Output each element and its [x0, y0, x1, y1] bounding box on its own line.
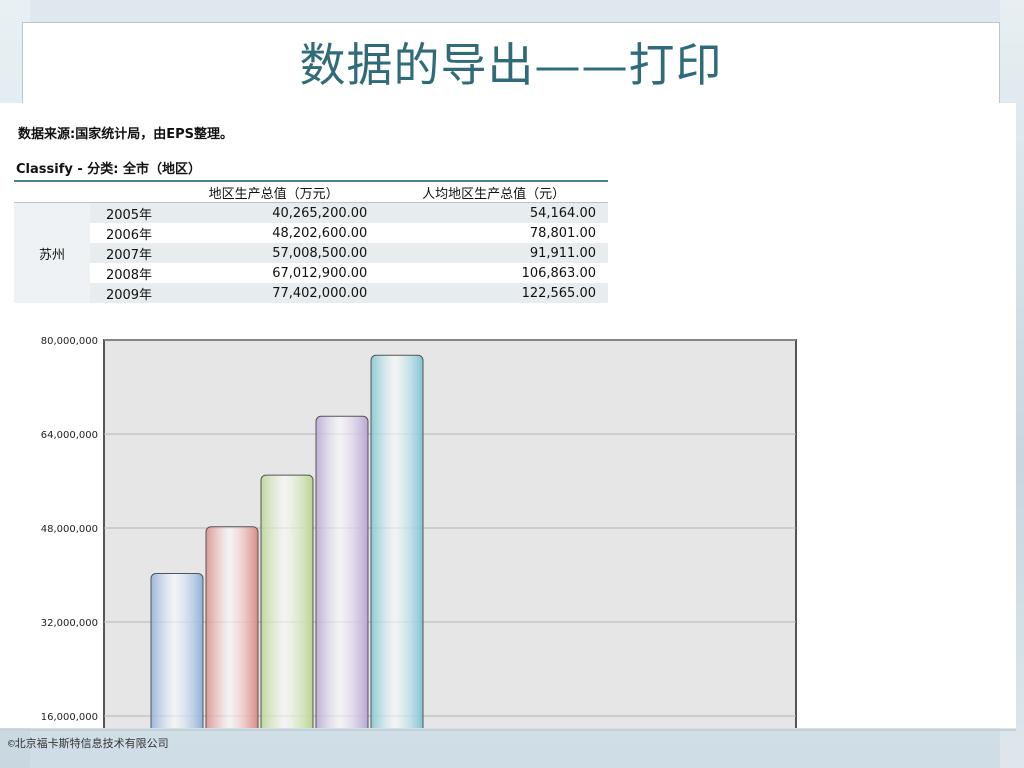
year-cell: 2005年 [90, 202, 168, 223]
gdp-cell: 40,265,200.00 [168, 202, 380, 223]
table-row: 2006年 48,202,600.00 78,801.00 [14, 223, 608, 243]
y-tick-label: 64,000,000 [41, 430, 98, 441]
gdp-bar-chart: 80,000,000 64,000,000 48,000,000 32,000,000… [41, 336, 797, 728]
data-source-note: 数据来源:国家统计局，由EPS整理。 [18, 127, 233, 142]
gdp-cell: 48,202,600.00 [168, 223, 380, 243]
per-capita-cell: 122,565.00 [379, 283, 608, 303]
footer-copyright: ©北京福卡斯特信息技术有限公司 [8, 737, 169, 750]
gdp-cell: 77,402,000.00 [168, 283, 380, 303]
table-row: 2007年 57,008,500.00 91,911.00 [14, 243, 608, 263]
data-table: 地区生产总值（万元） 人均地区生产总值（元） 苏州 2005年 40,265,2… [14, 180, 608, 303]
bar-2006年 [205, 526, 259, 728]
header-gdp: 地区生产总值（万元） [168, 181, 380, 203]
bar-2005年 [150, 572, 204, 728]
gdp-cell: 57,008,500.00 [168, 243, 380, 263]
classify-label: Classify - 分类: 全市（地区） [16, 162, 202, 177]
year-cell: 2008年 [90, 263, 168, 283]
year-cell: 2009年 [90, 283, 168, 303]
per-capita-cell: 54,164.00 [379, 202, 608, 223]
table-row: 2009年 77,402,000.00 122,565.00 [14, 283, 608, 303]
header-region [14, 181, 90, 203]
header-year [90, 181, 168, 203]
table-header-row: 地区生产总值（万元） 人均地区生产总值（元） [14, 181, 608, 203]
gdp-cell: 67,012,900.00 [168, 263, 380, 283]
table-row: 2008年 67,012,900.00 106,863.00 [14, 263, 608, 283]
content-panel: 数据来源:国家统计局，由EPS整理。 Classify - 分类: 全市（地区）… [0, 103, 1016, 728]
bar-2009年 [370, 354, 424, 728]
header-per-capita: 人均地区生产总值（元） [379, 181, 608, 203]
bar-2007年 [260, 474, 314, 728]
slide-title: 数据的导出——打印 [299, 38, 723, 92]
per-capita-cell: 106,863.00 [379, 263, 608, 283]
table-row: 苏州 2005年 40,265,200.00 54,164.00 [14, 202, 608, 303]
y-tick-label: 16,000,000 [41, 712, 98, 723]
per-capita-cell: 78,801.00 [379, 223, 608, 243]
per-capita-cell: 91,911.00 [379, 243, 608, 263]
year-cell: 2006年 [90, 223, 168, 243]
bar-2008年 [315, 415, 369, 728]
year-cell: 2007年 [90, 243, 168, 263]
y-tick-label: 48,000,000 [41, 524, 98, 535]
region-cell: 苏州 [14, 202, 90, 303]
title-box: 数据的导出——打印 [22, 22, 1000, 104]
y-tick-label: 80,000,000 [41, 336, 98, 347]
y-tick-label: 32,000,000 [41, 618, 98, 629]
footer-divider [0, 729, 1016, 731]
